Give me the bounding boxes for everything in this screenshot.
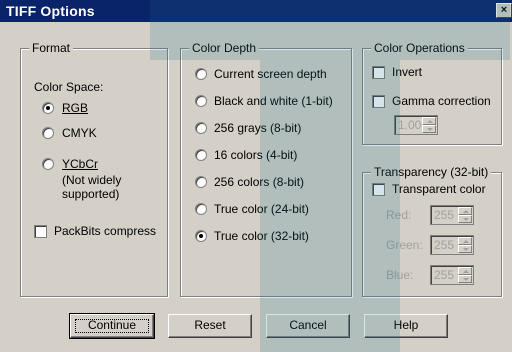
ycbcr-note-line1: (Not widely xyxy=(62,173,122,187)
rgb-radio-label[interactable]: RGB xyxy=(62,101,88,115)
gamma-value: 1.00 xyxy=(398,118,422,132)
color-depth-legend: Color Depth xyxy=(189,41,260,55)
red-spinner[interactable]: 255 xyxy=(430,205,474,225)
gamma-label[interactable]: Gamma correction xyxy=(392,94,491,108)
gamma-checkbox[interactable] xyxy=(372,95,385,108)
blue-label: Blue: xyxy=(386,268,414,282)
depth-label-current[interactable]: Current screen depth xyxy=(214,67,327,81)
cancel-button-label: Cancel xyxy=(289,318,327,332)
spin-down-icon[interactable] xyxy=(458,275,472,283)
gamma-spinner[interactable]: 1.00 xyxy=(394,115,438,135)
title-bar[interactable]: TIFF Options × xyxy=(0,0,512,22)
rgb-radio[interactable] xyxy=(42,102,54,114)
green-value: 255 xyxy=(434,238,455,252)
ycbcr-radio[interactable] xyxy=(42,158,54,170)
red-label: Red: xyxy=(386,208,412,222)
invert-checkbox[interactable] xyxy=(372,66,385,79)
depth-label-24bit[interactable]: True color (24-bit) xyxy=(214,202,309,216)
depth-radio-24bit[interactable] xyxy=(195,203,207,215)
depth-radio-8bit[interactable] xyxy=(195,176,207,188)
color-operations-legend: Color Operations xyxy=(371,41,468,55)
spin-up-icon[interactable] xyxy=(422,117,436,125)
depth-label-gray8[interactable]: 256 grays (8-bit) xyxy=(214,121,301,135)
blue-value: 255 xyxy=(434,268,455,282)
color-depth-group: Color Depth xyxy=(180,41,352,297)
gamma-spin-buttons[interactable] xyxy=(422,117,436,133)
spin-up-icon[interactable] xyxy=(458,207,472,215)
depth-radio-gray8[interactable] xyxy=(195,122,207,134)
spin-up-icon[interactable] xyxy=(458,237,472,245)
ycbcr-radio-label[interactable]: YCbCr xyxy=(62,157,98,171)
format-legend: Format xyxy=(29,41,74,55)
invert-label[interactable]: Invert xyxy=(392,65,422,79)
packbits-label[interactable]: PackBits compress xyxy=(54,224,156,238)
transparency-legend: Transparency (32-bit) xyxy=(371,165,492,179)
spin-down-icon[interactable] xyxy=(458,215,472,223)
spin-down-icon[interactable] xyxy=(458,245,472,253)
reset-button[interactable]: Reset xyxy=(168,314,252,338)
cmyk-radio[interactable] xyxy=(42,127,54,139)
packbits-checkbox[interactable] xyxy=(34,225,47,238)
ycbcr-note-line2: supported) xyxy=(62,187,120,201)
blue-spin-buttons[interactable] xyxy=(458,267,472,283)
green-spinner[interactable]: 255 xyxy=(430,235,474,255)
depth-label-8bit[interactable]: 256 colors (8-bit) xyxy=(214,175,304,189)
close-button[interactable]: × xyxy=(496,3,512,18)
reset-button-label: Reset xyxy=(194,318,226,332)
blue-spinner[interactable]: 255 xyxy=(430,265,474,285)
depth-label-1bit[interactable]: Black and white (1-bit) xyxy=(214,94,333,108)
depth-radio-current[interactable] xyxy=(195,68,207,80)
transparent-color-label[interactable]: Transparent color xyxy=(392,182,486,196)
spin-down-icon[interactable] xyxy=(422,125,436,133)
red-value: 255 xyxy=(434,208,455,222)
green-spin-buttons[interactable] xyxy=(458,237,472,253)
depth-radio-4bit[interactable] xyxy=(195,149,207,161)
close-icon: × xyxy=(500,4,508,16)
continue-button-label: Continue xyxy=(87,318,137,332)
depth-radio-32bit[interactable] xyxy=(195,230,207,242)
cmyk-radio-label[interactable]: CMYK xyxy=(62,126,97,140)
green-label: Green: xyxy=(386,238,423,252)
cancel-button[interactable]: Cancel xyxy=(266,314,350,338)
depth-label-4bit[interactable]: 16 colors (4-bit) xyxy=(214,148,297,162)
depth-label-32bit[interactable]: True color (32-bit) xyxy=(214,229,309,243)
help-button-label: Help xyxy=(393,318,419,332)
spin-up-icon[interactable] xyxy=(458,267,472,275)
continue-button[interactable]: Continue xyxy=(69,313,155,339)
depth-radio-1bit[interactable] xyxy=(195,95,207,107)
red-spin-buttons[interactable] xyxy=(458,207,472,223)
transparent-color-checkbox[interactable] xyxy=(372,183,385,196)
window-title: TIFF Options xyxy=(6,3,95,19)
help-button[interactable]: Help xyxy=(364,314,448,338)
color-space-label: Color Space: xyxy=(34,80,104,94)
